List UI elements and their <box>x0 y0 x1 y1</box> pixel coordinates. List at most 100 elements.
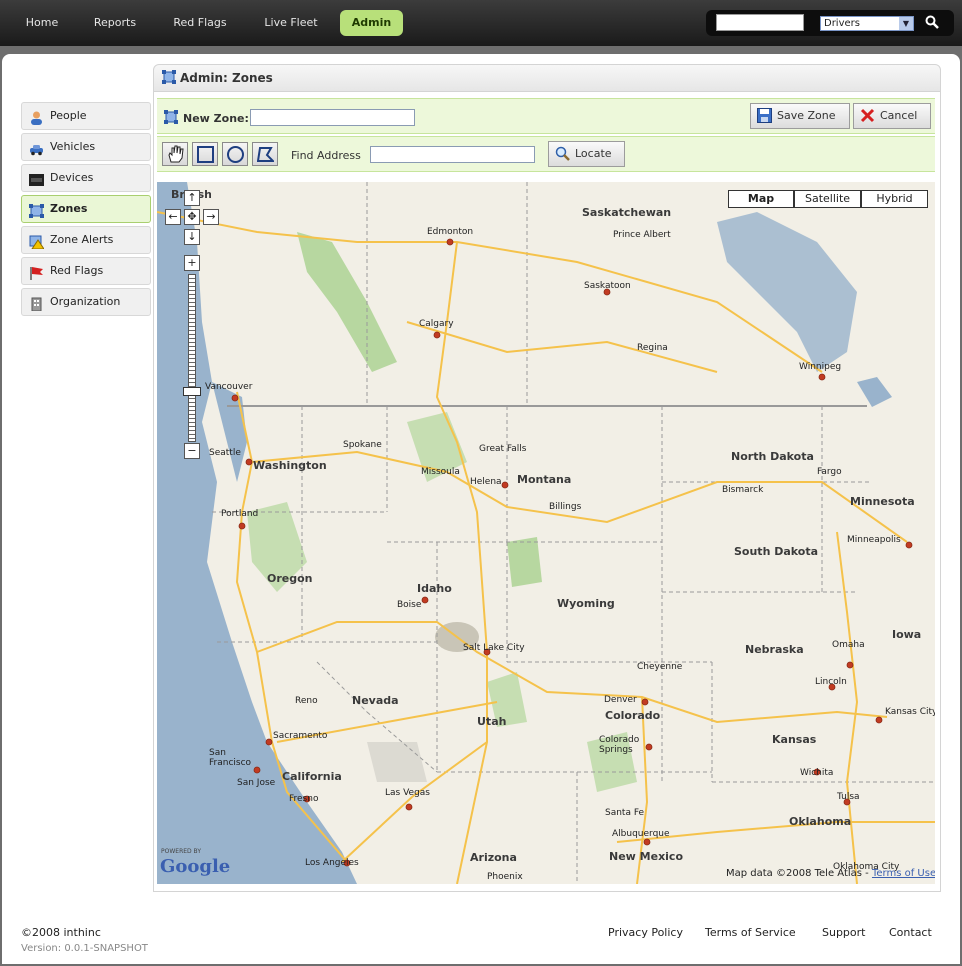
map-type-hybrid-button[interactable]: Hybrid <box>861 190 928 208</box>
google-logo: Google <box>160 856 231 877</box>
zone-icon <box>162 70 176 87</box>
nav-live-fleet[interactable]: Live Fleet <box>259 10 323 36</box>
nav-red-flags[interactable]: Red Flags <box>168 10 232 36</box>
polygon-tool-button[interactable] <box>252 142 278 166</box>
sidebar-item-organization[interactable]: Organization <box>21 288 151 316</box>
map-label-city: Omaha <box>832 640 865 650</box>
pan-center-button[interactable]: ✥ <box>184 209 200 225</box>
person-icon <box>29 109 44 125</box>
map-label-state: South Dakota <box>734 545 819 558</box>
map-label-city: Seattle <box>209 448 241 458</box>
sidebar-item-vehicles[interactable]: Vehicles <box>21 133 151 161</box>
map-label-city: Santa Fe <box>605 808 645 818</box>
pan-left-button[interactable]: ← <box>165 209 181 225</box>
rectangle-tool-button[interactable] <box>192 142 218 166</box>
map-label-city: Colorado Springs <box>599 735 640 755</box>
map-label-city: Winnipeg <box>799 362 842 372</box>
terms-of-service-link[interactable]: Terms of Service <box>705 926 796 939</box>
search-type-value: Drivers <box>824 18 860 29</box>
sidebar-item-zones[interactable]: Zones <box>21 195 151 223</box>
map-type-satellite-button[interactable]: Satellite <box>794 190 861 208</box>
search-type-select[interactable]: Drivers ▼ <box>820 16 914 31</box>
sidebar-item-people[interactable]: People <box>21 102 151 130</box>
nav-admin[interactable]: Admin <box>340 10 403 36</box>
zoom-slider-handle[interactable] <box>183 387 201 396</box>
map-label-state: Washington <box>253 459 327 472</box>
locate-button[interactable]: Locate <box>548 141 625 167</box>
map-label-city: Tulsa <box>837 792 860 802</box>
search-icon[interactable] <box>924 15 940 31</box>
map-label-city: Fargo <box>817 467 842 477</box>
map-label-city: Missoula <box>421 467 460 477</box>
map-label-city: Lincoln <box>815 677 847 687</box>
locate-label: Locate <box>575 147 612 160</box>
pan-up-button[interactable]: ↑ <box>184 190 200 206</box>
close-icon <box>860 108 875 123</box>
find-address-input[interactable] <box>370 146 535 163</box>
map-label-city: Portland <box>221 509 259 519</box>
version-label: Version: 0.0.1-SNAPSHOT <box>21 943 148 954</box>
zoom-slider[interactable] <box>188 274 196 442</box>
page-title: Admin: Zones <box>180 71 273 85</box>
map-attribution: Map data ©2008 Tele Atlas - Terms of Use <box>726 868 935 879</box>
map-label-city: Billings <box>549 502 582 512</box>
map-label-city: Calgary <box>419 319 454 329</box>
privacy-policy-link[interactable]: Privacy Policy <box>608 926 683 939</box>
map-label-city: Great Falls <box>479 444 527 454</box>
circle-icon <box>227 146 244 166</box>
map-label-city: Reno <box>295 696 318 706</box>
sidebar-item-label: Zones <box>50 202 88 215</box>
pan-down-button[interactable]: ↓ <box>184 229 200 245</box>
save-zone-button[interactable]: Save Zone <box>750 103 850 129</box>
map-label-city: Prince Albert <box>613 230 671 240</box>
map-label-state: Idaho <box>417 582 452 595</box>
nav-reports[interactable]: Reports <box>90 10 140 36</box>
new-zone-name-input[interactable] <box>250 109 415 126</box>
search-icon <box>555 146 570 161</box>
sidebar-item-label: Organization <box>50 295 121 308</box>
contact-link[interactable]: Contact <box>889 926 932 939</box>
map-label-city: Albuquerque <box>612 829 670 839</box>
hand-icon <box>167 145 184 166</box>
map-label-city: Spokane <box>343 440 382 450</box>
map-label-state: North Dakota <box>731 450 814 463</box>
zone-map[interactable]: Saskatchewan Washington Montana North Da… <box>157 182 935 884</box>
rectangle-icon <box>197 146 214 166</box>
red-flag-icon <box>29 264 44 280</box>
map-attribution-text: Map data ©2008 Tele Atlas - <box>726 868 869 879</box>
zoom-in-button[interactable]: + <box>184 255 200 271</box>
map-label-city: Regina <box>637 343 668 353</box>
map-label-city: Minneapolis <box>847 535 901 545</box>
map-label-city: Boise <box>397 600 422 610</box>
pan-right-button[interactable]: → <box>203 209 219 225</box>
terms-of-use-link[interactable]: Terms of Use <box>872 868 935 879</box>
sidebar-item-label: Devices <box>50 171 94 184</box>
sidebar-item-label: People <box>50 109 87 122</box>
map-label-city: Bismarck <box>722 485 764 495</box>
map-type-map-button[interactable]: Map <box>728 190 794 208</box>
search-input[interactable] <box>716 14 804 31</box>
map-label-city: Cheyenne <box>637 662 683 672</box>
pan-tool-button[interactable] <box>162 142 188 166</box>
sidebar-item-red-flags[interactable]: Red Flags <box>21 257 151 285</box>
sidebar-item-label: Vehicles <box>50 140 96 153</box>
map-label-state: Colorado <box>605 709 661 722</box>
map-label-state: Montana <box>517 473 572 486</box>
save-zone-label: Save Zone <box>777 109 836 122</box>
circle-tool-button[interactable] <box>222 142 248 166</box>
map-label-state: Oregon <box>267 572 313 585</box>
zoom-out-button[interactable]: − <box>184 443 200 459</box>
copyright: ©2008 inthinc <box>21 926 101 939</box>
map-label-city: Las Vegas <box>385 788 430 798</box>
support-link[interactable]: Support <box>822 926 865 939</box>
sidebar-item-devices[interactable]: Devices <box>21 164 151 192</box>
map-label-city: Fresno <box>289 794 319 804</box>
sidebar-item-zone-alerts[interactable]: Zone Alerts <box>21 226 151 254</box>
map-label-state: Nevada <box>352 694 399 707</box>
cancel-label: Cancel <box>880 109 918 122</box>
nav-home[interactable]: Home <box>22 10 62 36</box>
cancel-button[interactable]: Cancel <box>853 103 931 129</box>
map-label-state: Nebraska <box>745 643 804 656</box>
map-label-city: San Francisco <box>209 748 252 768</box>
map-label-city: San Jose <box>237 778 276 788</box>
